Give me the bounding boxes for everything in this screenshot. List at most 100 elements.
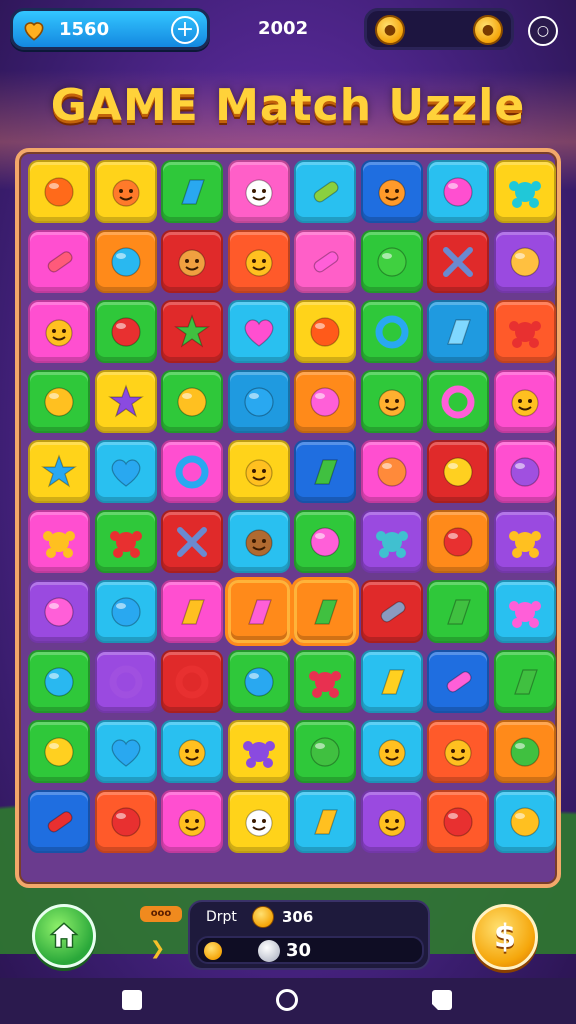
game-tile[interactable] xyxy=(227,790,290,853)
game-tile[interactable] xyxy=(28,300,90,363)
red-cracker-icon xyxy=(39,802,79,842)
game-tile[interactable] xyxy=(294,440,356,503)
top-bar: 1560 + 2002 ● ● ○ xyxy=(0,6,576,52)
game-tile[interactable] xyxy=(360,300,423,363)
game-tile[interactable] xyxy=(294,720,356,783)
game-tile[interactable] xyxy=(360,370,423,433)
stats-panel: Drpt 306 30 xyxy=(188,900,430,970)
game-tile[interactable] xyxy=(493,440,556,503)
game-tile[interactable] xyxy=(427,300,489,363)
game-tile[interactable] xyxy=(94,230,157,293)
add-lives-button[interactable]: + xyxy=(171,16,199,44)
game-tile[interactable] xyxy=(94,300,157,363)
game-tile[interactable] xyxy=(493,370,556,433)
round-creature-icon xyxy=(372,172,412,212)
game-tile[interactable] xyxy=(94,370,157,433)
home-button[interactable] xyxy=(32,904,96,968)
game-tile[interactable] xyxy=(427,370,489,433)
game-tile[interactable] xyxy=(294,510,356,573)
game-tile[interactable] xyxy=(360,650,423,713)
game-tile[interactable] xyxy=(493,160,556,223)
game-tile[interactable] xyxy=(161,650,223,713)
game-tile[interactable] xyxy=(161,580,223,643)
recent-apps-button[interactable] xyxy=(122,990,142,1010)
game-tile[interactable] xyxy=(294,370,356,433)
game-tile[interactable] xyxy=(294,790,356,853)
game-tile[interactable] xyxy=(360,510,423,573)
game-tile[interactable] xyxy=(227,720,290,783)
game-tile[interactable] xyxy=(94,440,157,503)
game-tile[interactable] xyxy=(161,440,223,503)
game-tile[interactable] xyxy=(294,160,356,223)
game-tile[interactable] xyxy=(94,580,157,643)
game-tile[interactable] xyxy=(294,650,356,713)
game-tile[interactable] xyxy=(493,300,556,363)
game-tile[interactable] xyxy=(28,580,90,643)
game-tile[interactable] xyxy=(227,510,290,573)
game-tile[interactable] xyxy=(94,720,157,783)
game-tile[interactable] xyxy=(360,790,423,853)
game-tile[interactable] xyxy=(28,790,90,853)
game-tile[interactable] xyxy=(427,650,489,713)
game-tile[interactable] xyxy=(360,720,423,783)
spark-icon xyxy=(505,522,545,562)
settings-button[interactable]: ○ xyxy=(528,16,558,46)
game-tile[interactable] xyxy=(94,790,157,853)
game-tile[interactable] xyxy=(227,160,290,223)
game-tile[interactable] xyxy=(360,160,423,223)
game-tile[interactable] xyxy=(493,230,556,293)
game-tile[interactable] xyxy=(360,230,423,293)
game-tile[interactable] xyxy=(94,160,157,223)
game-tile[interactable] xyxy=(161,510,223,573)
game-tile[interactable] xyxy=(227,300,290,363)
game-tile[interactable] xyxy=(493,580,556,643)
game-tile[interactable] xyxy=(493,510,556,573)
game-tile[interactable] xyxy=(294,580,356,643)
game-tile[interactable] xyxy=(493,720,556,783)
game-tile[interactable] xyxy=(427,230,489,293)
game-tile[interactable] xyxy=(227,580,290,643)
game-tile[interactable] xyxy=(161,720,223,783)
game-tile[interactable] xyxy=(28,160,90,223)
game-tile[interactable] xyxy=(294,230,356,293)
game-tile[interactable] xyxy=(161,790,223,853)
game-tile[interactable] xyxy=(427,720,489,783)
game-tile[interactable] xyxy=(161,370,223,433)
coin-counter[interactable]: ● ● xyxy=(364,8,514,50)
game-tile[interactable] xyxy=(28,440,90,503)
game-tile[interactable] xyxy=(427,440,489,503)
game-tile[interactable] xyxy=(360,580,423,643)
game-tile[interactable] xyxy=(94,510,157,573)
game-tile[interactable] xyxy=(28,370,90,433)
coin-add-icon[interactable]: ● xyxy=(473,15,503,45)
shop-button[interactable]: $ xyxy=(472,904,538,970)
game-tile[interactable] xyxy=(227,230,290,293)
red-splat-icon xyxy=(505,312,545,352)
game-tile[interactable] xyxy=(493,650,556,713)
red-splat-icon xyxy=(106,522,146,562)
game-tile[interactable] xyxy=(493,790,556,853)
game-tile[interactable] xyxy=(227,440,290,503)
game-tile[interactable] xyxy=(28,510,90,573)
back-button[interactable] xyxy=(432,990,452,1010)
lives-counter[interactable]: 1560 + xyxy=(10,8,210,50)
game-tile[interactable] xyxy=(28,720,90,783)
game-tile[interactable] xyxy=(427,160,489,223)
game-tile[interactable] xyxy=(427,510,489,573)
game-tile[interactable] xyxy=(28,650,90,713)
blue-shield-icon xyxy=(239,662,279,702)
game-tile[interactable] xyxy=(427,790,489,853)
game-tile[interactable] xyxy=(161,230,223,293)
game-tile[interactable] xyxy=(360,440,423,503)
spark-icon: ❯ xyxy=(150,938,166,959)
game-tile[interactable] xyxy=(161,300,223,363)
home-nav-button[interactable] xyxy=(276,989,298,1011)
game-tile[interactable] xyxy=(427,580,489,643)
blue-ball-icon xyxy=(239,382,279,422)
game-tile[interactable] xyxy=(28,230,90,293)
game-tile[interactable] xyxy=(227,650,290,713)
game-tile[interactable] xyxy=(94,650,157,713)
game-tile[interactable] xyxy=(227,370,290,433)
game-tile[interactable] xyxy=(161,160,223,223)
game-tile[interactable] xyxy=(294,300,356,363)
